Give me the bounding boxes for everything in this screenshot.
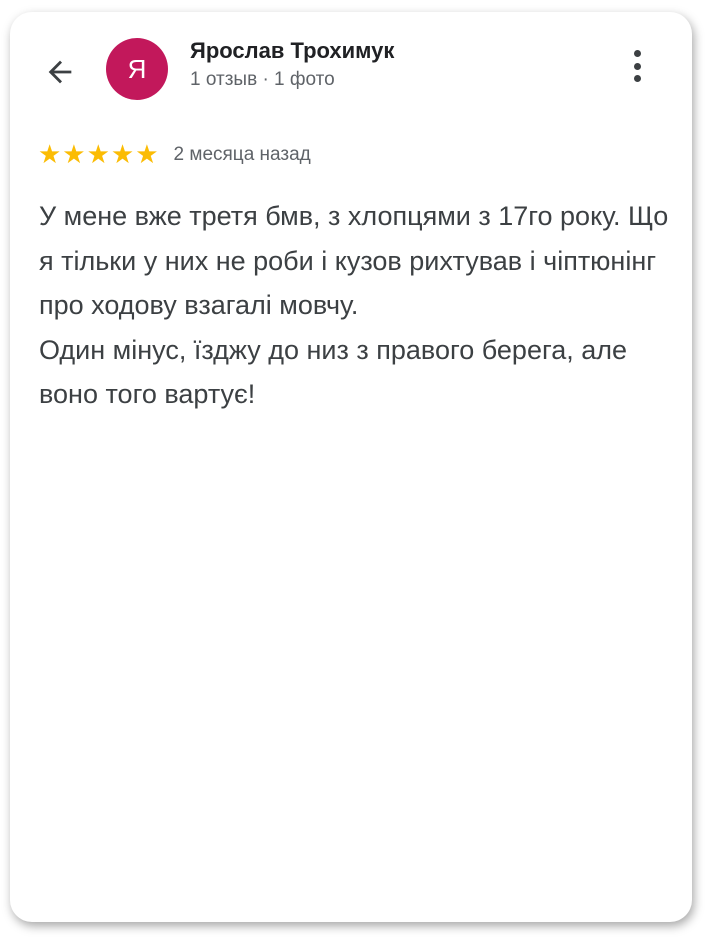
review-text: У мене вже третя бмв, з хлопцями з 17го …	[39, 201, 669, 409]
back-button[interactable]	[40, 52, 80, 92]
review-card: Я Ярослав Трохимук 1 отзыв · 1 фото ★★★★…	[10, 12, 692, 922]
avatar[interactable]: Я	[106, 38, 168, 100]
author-meta: 1 отзыв · 1 фото	[190, 69, 335, 90]
arrow-left-icon	[48, 60, 72, 84]
star-rating-icon: ★★★★★	[38, 140, 160, 170]
avatar-initial: Я	[127, 53, 147, 84]
rating-row: ★★★★★ 2 месяца назад	[38, 140, 311, 170]
review-date: 2 месяца назад	[173, 144, 311, 165]
more-vert-icon	[633, 50, 641, 57]
author-name[interactable]: Ярослав Трохимук	[190, 38, 394, 64]
more-options-button[interactable]	[624, 46, 650, 86]
